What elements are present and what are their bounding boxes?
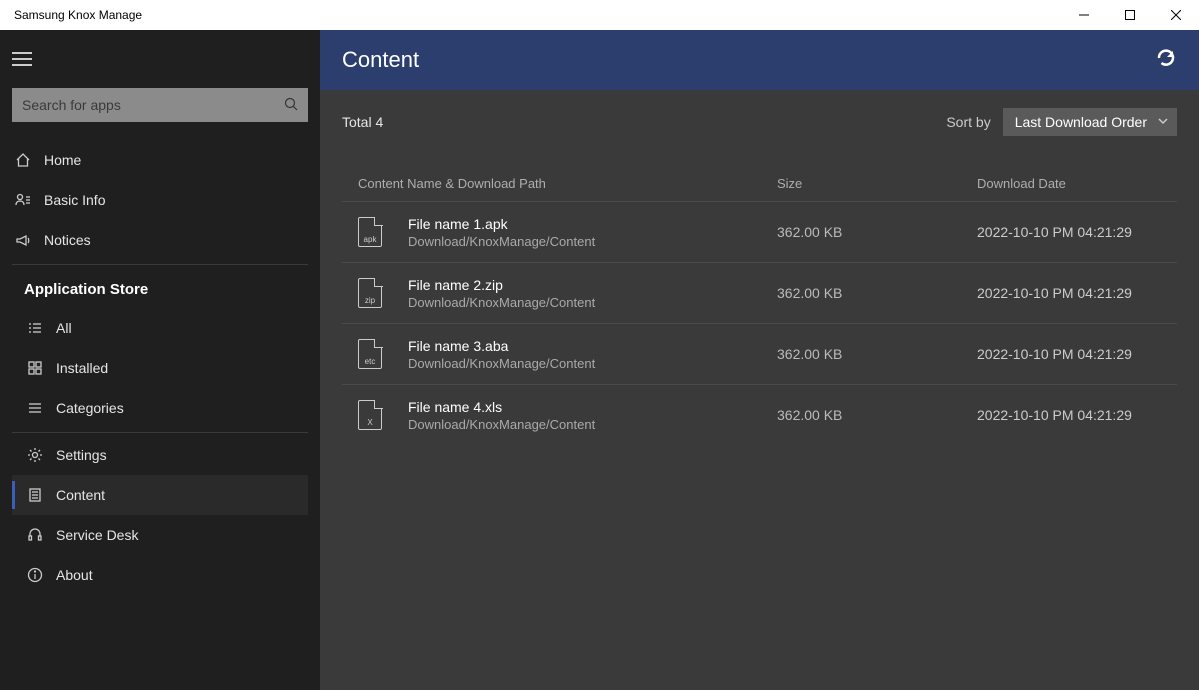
user-info-icon: [12, 192, 34, 208]
file-path: Download/KnoxManage/Content: [408, 356, 777, 371]
sidebar-item-label: About: [56, 567, 93, 583]
search-icon: [284, 97, 298, 114]
table-row[interactable]: apkFile name 1.apk Download/KnoxManage/Co…: [342, 201, 1177, 262]
table-row[interactable]: XFile name 4.xls Download/KnoxManage/Cont…: [342, 384, 1177, 445]
sidebar-item-content[interactable]: Content: [12, 475, 308, 515]
column-header-size: Size: [777, 176, 977, 191]
titlebar: Samsung Knox Manage: [0, 0, 1199, 30]
file-date: 2022-10-10 PM 04:21:29: [977, 407, 1177, 423]
window-controls: [1061, 0, 1199, 30]
file-path: Download/KnoxManage/Content: [408, 234, 777, 249]
file-size: 362.00 KB: [777, 346, 977, 362]
file-icon: etc: [358, 339, 408, 369]
total-count: Total 4: [342, 114, 383, 130]
file-path: Download/KnoxManage/Content: [408, 417, 777, 432]
sidebar-item-home[interactable]: Home: [0, 140, 320, 180]
sidebar-item-basic-info[interactable]: Basic Info: [0, 180, 320, 220]
file-path: Download/KnoxManage/Content: [408, 295, 777, 310]
file-size: 362.00 KB: [777, 285, 977, 301]
sidebar-header-app-store: Application Store: [12, 267, 308, 308]
file-name: File name 3.aba: [408, 338, 777, 354]
file-date: 2022-10-10 PM 04:21:29: [977, 224, 1177, 240]
minimize-button[interactable]: [1061, 0, 1107, 30]
page-title: Content: [342, 47, 419, 73]
headset-icon: [24, 527, 46, 543]
sort-label: Sort by: [946, 114, 990, 130]
home-icon: [12, 152, 34, 168]
file-name: File name 1.apk: [408, 216, 777, 232]
sidebar-item-label: Settings: [56, 447, 107, 463]
window-title: Samsung Knox Manage: [0, 8, 142, 22]
file-name: File name 4.xls: [408, 399, 777, 415]
file-size: 362.00 KB: [777, 224, 977, 240]
table-row[interactable]: zipFile name 2.zip Download/KnoxManage/Co…: [342, 262, 1177, 323]
sidebar-item-settings[interactable]: Settings: [12, 435, 308, 475]
column-header-date: Download Date: [977, 176, 1177, 191]
categories-icon: [24, 400, 46, 416]
sidebar-item-label: Notices: [44, 232, 91, 248]
refresh-button[interactable]: [1155, 47, 1177, 74]
sidebar-item-label: Categories: [56, 400, 124, 416]
file-icon: zip: [358, 278, 408, 308]
sidebar-item-label: Content: [56, 487, 105, 503]
search-input-wrap[interactable]: [12, 88, 308, 122]
maximize-button[interactable]: [1107, 0, 1153, 30]
search-input[interactable]: [22, 97, 284, 113]
sort-dropdown[interactable]: Last Download Order: [1003, 108, 1177, 136]
megaphone-icon: [12, 232, 34, 248]
grid-icon: [24, 360, 46, 376]
sidebar-item-label: Basic Info: [44, 192, 105, 208]
file-name: File name 2.zip: [408, 277, 777, 293]
sidebar-item-categories[interactable]: Categories: [12, 388, 308, 428]
file-icon: X: [358, 400, 408, 430]
menu-icon[interactable]: [12, 52, 32, 66]
table-row[interactable]: etcFile name 3.aba Download/KnoxManage/Co…: [342, 323, 1177, 384]
sidebar-item-about[interactable]: About: [12, 555, 308, 595]
list-icon: [24, 320, 46, 336]
file-icon: apk: [358, 217, 408, 247]
close-button[interactable]: [1153, 0, 1199, 30]
content-table: Content Name & Download Path Size Downlo…: [320, 176, 1199, 445]
sidebar-item-label: Service Desk: [56, 527, 138, 543]
sidebar-item-label: All: [56, 320, 72, 336]
main-content: Content Total 4 Sort by Last Download Or…: [320, 30, 1199, 690]
sidebar-item-service-desk[interactable]: Service Desk: [12, 515, 308, 555]
info-icon: [24, 567, 46, 583]
sort-value: Last Download Order: [1015, 114, 1147, 130]
column-header-name: Content Name & Download Path: [358, 176, 777, 191]
file-date: 2022-10-10 PM 04:21:29: [977, 346, 1177, 362]
gear-icon: [24, 447, 46, 463]
document-icon: [24, 487, 46, 503]
sidebar: Home Basic Info Notices Application Stor…: [0, 30, 320, 690]
page-header: Content: [320, 30, 1199, 90]
sidebar-item-label: Home: [44, 152, 81, 168]
file-size: 362.00 KB: [777, 407, 977, 423]
sidebar-item-label: Installed: [56, 360, 108, 376]
sidebar-item-all[interactable]: All: [12, 308, 308, 348]
chevron-down-icon: [1157, 114, 1169, 130]
sidebar-item-installed[interactable]: Installed: [12, 348, 308, 388]
sidebar-item-notices[interactable]: Notices: [0, 220, 320, 260]
file-date: 2022-10-10 PM 04:21:29: [977, 285, 1177, 301]
